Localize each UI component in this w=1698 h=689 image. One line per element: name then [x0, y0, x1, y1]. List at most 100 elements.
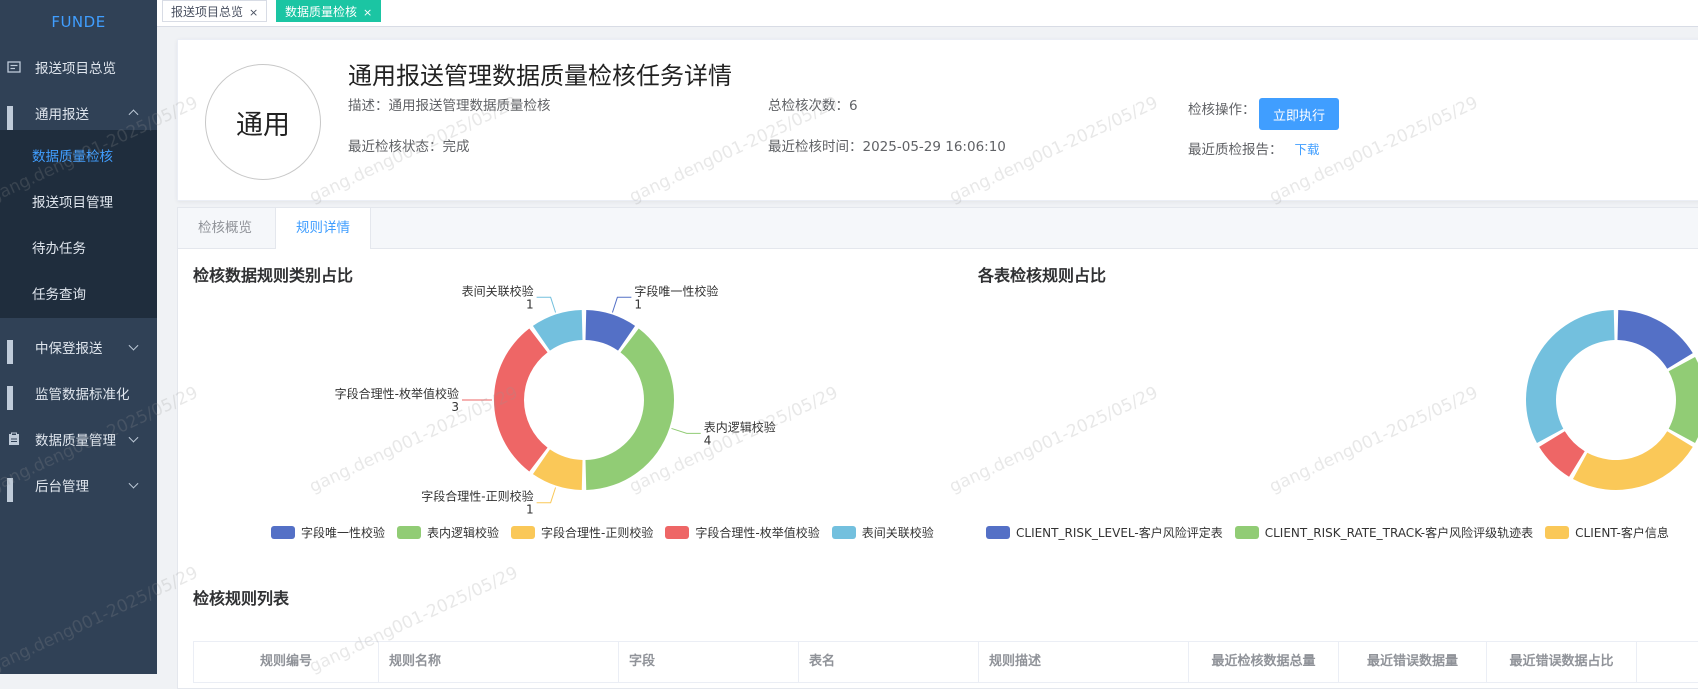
- sidebar-item-project-overview[interactable]: 报送项目总览: [0, 42, 157, 92]
- description-label: 描述：: [348, 98, 389, 114]
- chart1-value-3: 3: [451, 400, 459, 414]
- sidebar-item-admin[interactable]: 后台管理: [0, 460, 157, 510]
- description-field: 描述：通用报送管理数据质量检核: [348, 94, 551, 114]
- chart1-value-1: 4: [704, 433, 712, 447]
- chart1-legend-item-1[interactable]: 表内逻辑校验: [397, 524, 499, 541]
- grid-icon: [7, 106, 21, 130]
- chart2-legend-label: CLIENT_RISK_LEVEL-客户风险评定表: [1016, 526, 1223, 540]
- col-rule-id: 规则编号: [194, 642, 379, 682]
- chart1-label-2: 字段合理性-正则校验: [421, 489, 533, 504]
- chart1-legend-label: 字段唯一性校验: [301, 526, 386, 540]
- chart1-legend-label: 字段合理性-枚举值校验: [695, 526, 820, 540]
- chart2-legend-item-0[interactable]: CLIENT_RISK_LEVEL-客户风险评定表: [986, 524, 1223, 541]
- sidebar-item-label: 中保登报送: [35, 341, 103, 357]
- grid-icon: [7, 478, 21, 502]
- chart1-slice-1[interactable]: [585, 328, 674, 490]
- sidebar: FUNDE 报送项目总览 通用报送 数据质量检核 报送项目管理 待办任务 任务查…: [0, 0, 157, 674]
- last-check-time-value: 2025-05-29 16:06:10: [862, 139, 1006, 155]
- close-icon[interactable]: ×: [363, 6, 372, 19]
- close-icon[interactable]: ×: [249, 6, 258, 19]
- chart1-value-0: 1: [634, 297, 642, 311]
- chart2-slice-3[interactable]: [1539, 431, 1585, 477]
- chart1-legend-label: 字段合理性-正则校验: [541, 526, 654, 540]
- chart2-slice-0[interactable]: [1617, 310, 1693, 369]
- task-detail-card: 通用 通用报送管理数据质量检核任务详情 描述：通用报送管理数据质量检核 最近检核…: [177, 39, 1698, 201]
- sidebar-item-label: 报送项目总览: [35, 61, 116, 77]
- chart1-legend-item-3[interactable]: 字段合理性-枚举值校验: [665, 524, 820, 541]
- tag-label: 数据质量检核: [285, 5, 358, 19]
- rule-category-donut-chart: 字段唯一性校验1表内逻辑校验4字段合理性-正则校验1字段合理性-枚举值校验3表间…: [335, 283, 776, 517]
- chart2-legend-swatch: [1234, 526, 1259, 539]
- chart1-legend-label: 表内逻辑校验: [427, 526, 500, 540]
- chart1-label-line-1: [671, 427, 701, 434]
- sidebar-subitem-project-management[interactable]: 报送项目管理: [0, 176, 157, 226]
- chart1-legend-item-2[interactable]: 字段合理性-正则校验: [511, 524, 653, 541]
- tag-project-overview[interactable]: 报送项目总览 ×: [162, 0, 268, 22]
- total-checks-field: 总检核次数：6: [768, 94, 858, 114]
- sidebar-subitem-data-quality-check[interactable]: 数据质量检核: [0, 130, 157, 180]
- sidebar-subitem-todo-tasks[interactable]: 待办任务: [0, 222, 157, 272]
- total-checks-value: 6: [849, 98, 858, 114]
- tag-data-quality-check[interactable]: 数据质量检核 ×: [276, 0, 382, 22]
- col-rule-desc: 规则描述: [979, 642, 1189, 682]
- content-panel: 检核概览 规则详情 检核数据规则类别占比 各表检核规则占比 字段唯一性校验 1 表内…: [177, 207, 1698, 689]
- sidebar-item-label: 数据质量管理: [35, 433, 116, 449]
- chart1-legend-swatch: [397, 526, 422, 539]
- tags-view-bar: 报送项目总览 × 数据质量检核 ×: [157, 0, 1698, 27]
- sidebar-subitem-task-query[interactable]: 任务查询: [0, 268, 157, 318]
- chart2-slice-4[interactable]: [1526, 310, 1615, 444]
- chart2-legend-label: CLIENT_RISK_RATE_TRACK-客户风险评级轨迹表: [1264, 526, 1534, 540]
- chart2-legend-item-1[interactable]: CLIENT_RISK_RATE_TRACK-客户风险评级轨迹表: [1234, 524, 1534, 541]
- chart1-legend-swatch: [271, 526, 295, 539]
- tab-check-overview[interactable]: 检核概览: [178, 208, 272, 249]
- app-logo: FUNDE: [51, 13, 106, 31]
- chevron-down-icon: [128, 432, 139, 443]
- chart1-label-line-0: [611, 296, 632, 313]
- chart1-label-4: 表间关联校验: [462, 283, 534, 298]
- chart1-label-line-4: [536, 296, 557, 313]
- chart2-legend-swatch: [1545, 526, 1570, 539]
- check-operation-label: 检核操作：: [1188, 102, 1256, 118]
- status-label: 最近检核状态：: [348, 139, 443, 155]
- col-rule-name: 规则名称: [379, 642, 619, 682]
- status-value: 完成: [442, 139, 470, 155]
- last-check-time-label: 最近检核时间：: [768, 139, 863, 155]
- chart1-legend-item-4[interactable]: 表间关联校验: [831, 524, 934, 541]
- chart1-label-0: 字段唯一性校验: [634, 283, 718, 298]
- col-table-name: 表名: [799, 642, 979, 682]
- grid-icon: [7, 386, 21, 410]
- chart1-slice-3[interactable]: [494, 328, 548, 472]
- col-total-data: 最近检核数据总量: [1189, 642, 1339, 682]
- chart1-legend-label: 表间关联校验: [861, 526, 934, 540]
- chart2-slice-1[interactable]: [1668, 356, 1698, 444]
- table-rule-donut-chart: [1526, 310, 1698, 490]
- sidebar-item-data-quality-management[interactable]: 数据质量管理: [0, 414, 157, 464]
- chart1-label-3: 字段合理性-枚举值校验: [335, 386, 459, 401]
- rule-list-title: 检核规则列表: [193, 589, 290, 608]
- sidebar-item-zhongbaodeng[interactable]: 中保登报送: [0, 322, 157, 372]
- sidebar-item-data-standardization[interactable]: 监管数据标准化: [0, 368, 157, 418]
- avatar: 通用: [205, 64, 321, 180]
- run-now-button[interactable]: 立即执行: [1259, 98, 1339, 130]
- chart1-legend-item-0[interactable]: 字段唯一性校验: [271, 524, 385, 541]
- sidebar-item-label: 通用报送: [35, 107, 89, 123]
- page-title: 通用报送管理数据质量检核任务详情: [348, 62, 732, 90]
- chart2-legend-label: CLIENT-客户信息: [1575, 526, 1669, 540]
- chart1-label-line-2: [536, 487, 557, 504]
- sidebar-item-label: 后台管理: [35, 479, 89, 495]
- tab-rule-details[interactable]: 规则详情: [275, 208, 371, 249]
- chart1-legend-swatch: [831, 526, 856, 539]
- chart1-value-2: 1: [526, 503, 534, 517]
- col-field: 字段: [619, 642, 799, 682]
- download-link[interactable]: 下载: [1295, 142, 1320, 157]
- document-icon: [7, 60, 21, 74]
- chart1-legend-swatch: [665, 526, 690, 539]
- chart1-legend-swatch: [511, 526, 536, 539]
- chart2-legend-swatch: [986, 526, 1010, 539]
- chart2-legend-item-2[interactable]: CLIENT-客户信息: [1545, 524, 1669, 541]
- chevron-down-icon: [128, 340, 139, 351]
- sidebar-item-label: 监管数据标准化: [35, 387, 130, 403]
- last-check-time-field: 最近检核时间：2025-05-29 16:06:10: [768, 135, 1006, 155]
- chart2-slice-2[interactable]: [1572, 431, 1693, 490]
- grid-icon: [7, 340, 21, 364]
